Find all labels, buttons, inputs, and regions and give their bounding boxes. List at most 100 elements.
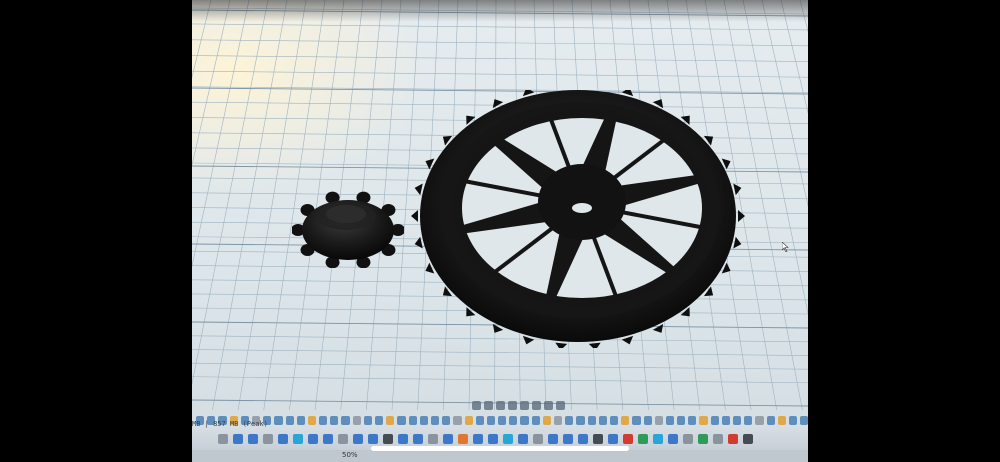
timeline-feature-icon[interactable] — [397, 415, 406, 425]
timeline-feature-icon[interactable] — [744, 415, 753, 425]
timeline-feature-icon[interactable] — [766, 415, 775, 425]
taskbar-app-icon[interactable] — [293, 434, 303, 444]
timeline-feature-icon[interactable] — [274, 415, 283, 425]
taskbar-app-icon[interactable] — [548, 434, 558, 444]
taskbar-app-icon[interactable] — [263, 434, 273, 444]
taskbar-app-icon[interactable] — [413, 434, 423, 444]
timeline-feature-icon[interactable] — [330, 415, 339, 425]
zoom-icon[interactable] — [496, 400, 505, 410]
grid-settings-icon[interactable] — [532, 400, 541, 410]
viewports-icon[interactable] — [544, 400, 553, 410]
timeline-feature-icon[interactable] — [565, 415, 574, 425]
taskbar-app-icon[interactable] — [248, 434, 258, 444]
taskbar-app-icon[interactable] — [653, 434, 663, 444]
taskbar-app-icon[interactable] — [743, 434, 753, 444]
home-indicator[interactable] — [371, 446, 629, 451]
taskbar-app-icon[interactable] — [353, 434, 363, 444]
taskbar-app-icon[interactable] — [623, 434, 633, 444]
timeline-feature-icon[interactable] — [319, 415, 328, 425]
taskbar-app-icon[interactable] — [638, 434, 648, 444]
taskbar-app-icon[interactable] — [533, 434, 543, 444]
pan-icon[interactable] — [484, 400, 493, 410]
taskbar-app-icon[interactable] — [368, 434, 378, 444]
timeline-feature-icon[interactable] — [755, 415, 764, 425]
timeline-feature-icon[interactable] — [285, 415, 294, 425]
taskbar-app-icon[interactable] — [428, 434, 438, 444]
timeline-feature-icon[interactable] — [643, 415, 652, 425]
taskbar-app-icon[interactable] — [563, 434, 573, 444]
timeline-feature-icon[interactable] — [475, 415, 484, 425]
taskbar-app-icon[interactable] — [443, 434, 453, 444]
timeline-feature-icon[interactable] — [587, 415, 596, 425]
timeline-feature-icon[interactable] — [632, 415, 641, 425]
taskbar-app-icon[interactable] — [398, 434, 408, 444]
orbit-icon[interactable] — [472, 400, 481, 410]
taskbar-app-icon[interactable] — [473, 434, 483, 444]
taskbar-app-icon[interactable] — [698, 434, 708, 444]
timeline-feature-icon[interactable] — [341, 415, 350, 425]
timeline-feature-icon[interactable] — [307, 415, 317, 425]
top-edge-shadow — [192, 0, 808, 22]
timeline-feature-icon[interactable] — [352, 415, 361, 425]
timeline-feature-icon[interactable] — [788, 415, 798, 425]
timeline-feature-icon[interactable] — [296, 415, 305, 425]
timeline-feature-icon[interactable] — [453, 415, 462, 425]
taskbar-app-icon[interactable] — [713, 434, 723, 444]
taskbar-app-icon[interactable] — [278, 434, 288, 444]
taskbar-app-icon[interactable] — [218, 434, 228, 444]
taskbar-app-icon[interactable] — [518, 434, 528, 444]
sprocket-gear-model[interactable] — [292, 184, 404, 268]
treaded-wheel-model[interactable] — [406, 90, 746, 348]
timeline-feature-icon[interactable] — [464, 415, 473, 425]
mouse-cursor-icon — [782, 242, 789, 252]
timeline-feature-icon[interactable] — [677, 415, 686, 425]
taskbar-app-icon[interactable] — [308, 434, 318, 444]
timeline-feature-icon[interactable] — [699, 415, 708, 425]
taskbar-app-icon[interactable] — [503, 434, 513, 444]
timeline-feature-icon[interactable] — [408, 415, 417, 425]
display-settings-icon[interactable] — [520, 400, 529, 410]
timeline-feature-icon[interactable] — [733, 415, 742, 425]
navigation-toolbar — [472, 398, 565, 412]
timeline-feature-icon[interactable] — [576, 415, 585, 425]
timeline-feature-icon[interactable] — [654, 415, 663, 425]
taskbar-app-icon[interactable] — [338, 434, 348, 444]
timeline-feature-icon[interactable] — [442, 415, 451, 425]
timeline-feature-icon[interactable] — [363, 415, 372, 425]
taskbar-app-icon[interactable] — [593, 434, 603, 444]
timeline-feature-icon[interactable] — [419, 415, 428, 425]
timeline-feature-icon[interactable] — [498, 415, 507, 425]
taskbar-app-icon[interactable] — [233, 434, 243, 444]
timeline-feature-icon[interactable] — [531, 415, 540, 425]
timeline-feature-icon[interactable] — [710, 415, 719, 425]
timeline-feature-icon[interactable] — [688, 415, 697, 425]
timeline-feature-icon[interactable] — [609, 415, 619, 425]
timeline-feature-icon[interactable] — [554, 415, 563, 425]
taskbar-app-icon[interactable] — [488, 434, 498, 444]
system-tray-strip — [192, 450, 808, 462]
timeline-feature-icon[interactable] — [375, 415, 384, 425]
photo-of-monitor: MB | 857 MB (Peak) 50% — [0, 0, 1000, 462]
timeline-feature-icon[interactable] — [509, 415, 518, 425]
timeline-feature-icon[interactable] — [486, 415, 496, 425]
timeline-feature-icon[interactable] — [665, 415, 675, 425]
taskbar-app-icon[interactable] — [578, 434, 588, 444]
visual-style-icon[interactable] — [556, 400, 565, 410]
fit-icon[interactable] — [508, 400, 517, 410]
timeline-feature-icon[interactable] — [721, 415, 730, 425]
timeline-feature-icon[interactable] — [777, 415, 786, 425]
taskbar-app-icon[interactable] — [458, 434, 468, 444]
timeline-feature-icon[interactable] — [386, 415, 395, 425]
taskbar-app-icon[interactable] — [383, 434, 393, 444]
taskbar-app-icon[interactable] — [608, 434, 618, 444]
taskbar-app-icon[interactable] — [683, 434, 693, 444]
taskbar-app-icon[interactable] — [668, 434, 678, 444]
timeline-feature-icon[interactable] — [621, 415, 630, 425]
timeline-feature-icon[interactable] — [430, 415, 440, 425]
timeline-feature-icon[interactable] — [520, 415, 529, 425]
taskbar-app-icon[interactable] — [323, 434, 333, 444]
timeline-feature-icon[interactable] — [542, 415, 551, 425]
taskbar-app-icon[interactable] — [728, 434, 738, 444]
timeline-feature-icon[interactable] — [800, 415, 808, 425]
timeline-feature-icon[interactable] — [598, 415, 607, 425]
